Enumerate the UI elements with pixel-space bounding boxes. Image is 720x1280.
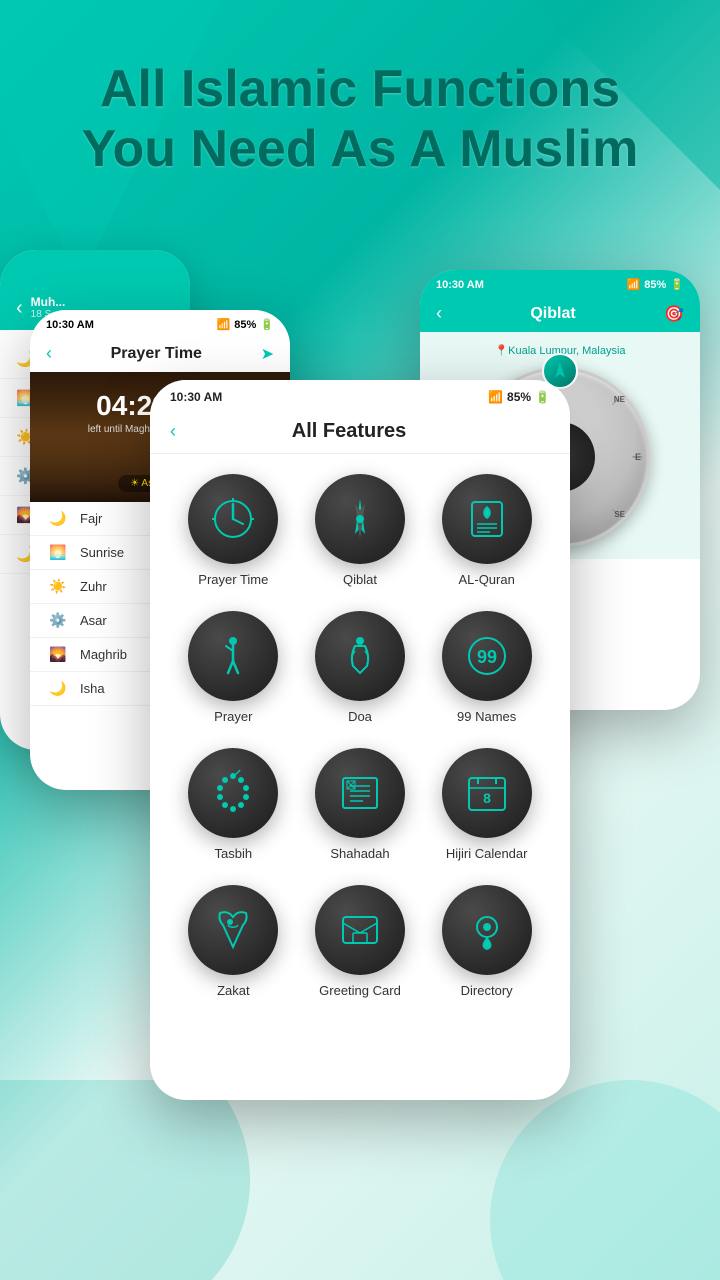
features-battery: 85% xyxy=(507,390,531,404)
names-icon: 99 xyxy=(442,611,532,701)
wifi-icon: 📶 xyxy=(488,390,503,404)
calendar-feature[interactable]: 8 Hijiri Calendar xyxy=(433,748,540,861)
sun-icon: ☀️ xyxy=(46,578,70,595)
zakat-feature[interactable]: Zakat xyxy=(180,885,287,998)
directory-label: Directory xyxy=(461,983,513,998)
quran-label: AL-Quran xyxy=(458,572,514,587)
greeting-card-feature[interactable]: Greeting Card xyxy=(307,885,414,998)
qiblat-label: Qiblat xyxy=(343,572,377,587)
svg-text:8: 8 xyxy=(483,790,491,806)
back-icon[interactable]: ‹ xyxy=(436,303,442,324)
qiblat-icon xyxy=(315,474,405,564)
wifi-icon: 📶 xyxy=(627,278,641,291)
features-grid: Prayer Time Qiblat xyxy=(150,454,570,1018)
location-pin-icon: 📍 xyxy=(494,344,508,357)
shahadah-label: Shahadah xyxy=(330,846,389,861)
sunrise-icon: 🌅 xyxy=(46,544,70,561)
calendar-label: Hijiri Calendar xyxy=(446,846,528,861)
prayer-name: Fajr xyxy=(80,511,102,526)
quran-icon xyxy=(442,474,532,564)
wifi-icon: 📶 xyxy=(217,318,231,331)
hero-title: All Islamic Functions You Need As A Musl… xyxy=(40,60,680,180)
prayer-name: Zuhr xyxy=(80,579,107,594)
crescent-icon: 🌙 xyxy=(46,680,70,697)
prayer-time-display: 10:30 AM xyxy=(46,319,94,331)
side-month: Muh... xyxy=(31,295,66,309)
tasbih-icon xyxy=(188,748,278,838)
qiblat-nav-bar: ‹ Qiblat 🎯 xyxy=(420,295,700,332)
qiblat-nav-title: Qiblat xyxy=(530,305,575,323)
prayer-time-feature[interactable]: Prayer Time xyxy=(180,474,287,587)
features-phone: 10:30 AM 📶 85% 🔋 ‹ All Features xyxy=(150,380,570,1100)
qiblat-battery: 85% xyxy=(644,279,666,291)
prayer-name: Sunrise xyxy=(80,545,124,560)
hero-line2: You Need As A Muslim xyxy=(40,120,680,180)
location-icon: ➤ xyxy=(261,344,274,364)
greeting-card-icon xyxy=(315,885,405,975)
prayer-name: Isha xyxy=(80,681,105,696)
qiblat-status-bar: 10:30 AM 📶 85% 🔋 xyxy=(420,270,700,295)
phones-container: 10:30 AM 📶 85% 🔋 ‹ Prayer Time ➤ 04:29:3… xyxy=(0,250,720,1280)
tasbih-feature[interactable]: Tasbih xyxy=(180,748,287,861)
qiblat-feature[interactable]: Qiblat xyxy=(307,474,414,587)
battery-icon: 🔋 xyxy=(535,390,550,404)
shahadah-icon xyxy=(315,748,405,838)
quran-feature[interactable]: AL-Quran xyxy=(433,474,540,587)
svg-text:99: 99 xyxy=(477,647,497,667)
hero-section: All Islamic Functions You Need As A Musl… xyxy=(0,60,720,180)
se-label: SE xyxy=(614,510,625,519)
names-feature[interactable]: 99 99 Names xyxy=(433,611,540,724)
hero-line1: All Islamic Functions xyxy=(40,60,680,120)
features-nav-bar: ‹ All Features xyxy=(150,410,570,454)
qiblat-time: 10:30 AM xyxy=(436,279,484,291)
names-label: 99 Names xyxy=(457,709,516,724)
battery-icon: 🔋 xyxy=(670,278,684,291)
features-status-icons: 📶 85% 🔋 xyxy=(488,390,550,404)
doa-icon xyxy=(315,611,405,701)
sun-icon: ☀ xyxy=(130,478,139,489)
greeting-card-label: Greeting Card xyxy=(319,983,401,998)
target-icon: 🎯 xyxy=(664,304,684,324)
features-nav-title: All Features xyxy=(292,420,406,443)
zakat-icon xyxy=(188,885,278,975)
prayer-status-bar: 10:30 AM 📶 85% 🔋 xyxy=(30,310,290,335)
prayer-posture-label: Prayer xyxy=(214,709,252,724)
features-status-bar: 10:30 AM 📶 85% 🔋 xyxy=(150,380,570,410)
shahadah-feature[interactable]: Shahadah xyxy=(307,748,414,861)
battery-icon: 🔋 xyxy=(260,318,274,331)
gear-icon: ⚙️ xyxy=(46,612,70,629)
prayer-time-icon xyxy=(188,474,278,564)
features-time: 10:30 AM xyxy=(170,390,222,404)
prayer-name: Maghrib xyxy=(80,647,127,662)
east-label: E xyxy=(635,452,641,462)
directory-icon xyxy=(442,885,532,975)
directory-feature[interactable]: Directory xyxy=(433,885,540,998)
prayer-nav-title: Prayer Time xyxy=(111,345,202,363)
tasbih-label: Tasbih xyxy=(215,846,253,861)
moon-icon: 🌙 xyxy=(46,510,70,527)
prayer-posture-icon xyxy=(188,611,278,701)
prayer-time-label: Prayer Time xyxy=(198,572,268,587)
back-icon[interactable]: ‹ xyxy=(170,421,176,442)
prayer-nav-bar: ‹ Prayer Time ➤ xyxy=(30,335,290,372)
prayer-name: Asar xyxy=(80,613,107,628)
ne-label: NE xyxy=(614,395,625,404)
doa-feature[interactable]: Doa xyxy=(307,611,414,724)
back-icon[interactable]: ‹ xyxy=(16,297,23,320)
prayer-status-icons: 📶 85% 🔋 xyxy=(217,318,274,331)
battery-display: 85% xyxy=(234,319,256,331)
back-icon[interactable]: ‹ xyxy=(46,343,52,364)
prayer-feature[interactable]: Prayer xyxy=(180,611,287,724)
doa-label: Doa xyxy=(348,709,372,724)
qiblat-status-icons: 📶 85% 🔋 xyxy=(627,278,684,291)
zakat-label: Zakat xyxy=(217,983,250,998)
calendar-icon: 8 xyxy=(442,748,532,838)
sunset-icon: 🌄 xyxy=(46,646,70,663)
